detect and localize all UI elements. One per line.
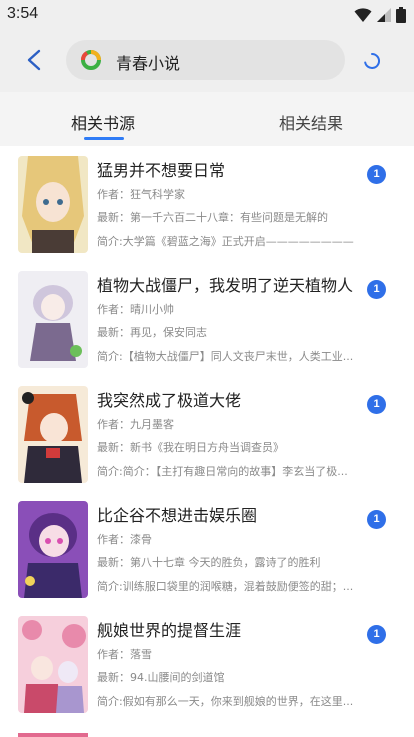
book-cover: [18, 616, 88, 713]
signal-icon: [377, 8, 391, 22]
search-query: 青春小说: [116, 54, 181, 73]
source-count-badge: 1: [367, 625, 386, 644]
book-intro: 简介:【植物大战僵尸】同人文丧尸末世，人类工业...: [97, 350, 354, 363]
tab-related-sources[interactable]: 相关书源: [71, 110, 135, 134]
book-latest-chapter: 最新：第一千六百二十八章：有些问题是无解的: [97, 211, 328, 224]
book-cover: [18, 386, 88, 483]
list-item[interactable]: 我突然成了极道大佬 作者：九月墨客 最新：新书《我在明日方舟当调查员》 简介:简…: [0, 376, 414, 491]
list-item[interactable]: 植物大战僵尸，我发明了逆天植物人 作者：晴川小帅 最新：再见，保安同志 简介:【…: [0, 261, 414, 376]
loading-spinner-icon: [364, 52, 381, 69]
source-count-badge: 1: [367, 165, 386, 184]
book-cover: [18, 501, 88, 598]
book-latest-chapter: 最新：再见，保安同志: [97, 326, 207, 339]
search-input[interactable]: 青春小说: [66, 40, 345, 80]
book-author: 作者：晴川小帅: [97, 303, 174, 316]
book-title: 我突然成了极道大佬: [97, 391, 242, 410]
source-count-badge: 1: [367, 280, 386, 299]
book-intro: 简介:大学篇《碧蓝之海》正式开启————————: [97, 235, 354, 248]
list-item[interactable]: 猛男并不想要日常 作者：狂气科学家 最新：第一千六百二十八章：有些问题是无解的 …: [0, 146, 414, 261]
book-author: 作者：落雪: [97, 648, 152, 661]
next-book-cover-peek: [18, 733, 88, 737]
book-author: 作者：狂气科学家: [97, 188, 185, 201]
list-item[interactable]: 比企谷不想进击娱乐圈 作者：漆骨 最新：第八十七章 今天的胜负，露诗了的胜利 简…: [0, 491, 414, 606]
list-item[interactable]: 舰娘世界的提督生涯 作者：落雪 最新：94.山腰间的剑道馆 简介:假如有那么一天…: [0, 606, 414, 721]
book-intro: 简介:假如有那么一天，你来到舰娘的世界，在这里...: [97, 695, 354, 708]
book-title: 猛男并不想要日常: [97, 161, 226, 180]
tab-bar: 相关书源 相关结果: [0, 92, 414, 146]
chevron-left-icon: [27, 49, 41, 71]
book-cover: [18, 271, 88, 368]
book-cover: [18, 156, 88, 253]
book-intro: 简介:简介：【主打有趣日常向的故事】李玄当了极...: [97, 465, 348, 478]
book-intro: 简介:训练服口袋里的润喉糖，混着鼓励便签的甜；...: [97, 580, 354, 593]
source-count-badge: 1: [367, 395, 386, 414]
status-time: 3:54: [7, 5, 39, 22]
tab-related-results[interactable]: 相关结果: [279, 110, 343, 134]
book-list: 猛男并不想要日常 作者：狂气科学家 最新：第一千六百二十八章：有些问题是无解的 …: [0, 146, 414, 721]
app-logo-icon: [80, 50, 101, 70]
battery-icon: [396, 7, 406, 23]
wifi-icon: [354, 8, 372, 22]
search-toolbar: 青春小说: [0, 30, 414, 92]
book-title: 舰娘世界的提督生涯: [97, 621, 242, 640]
book-latest-chapter: 最新：第八十七章 今天的胜负，露诗了的胜利: [97, 556, 321, 569]
book-latest-chapter: 最新：新书《我在明日方舟当调查员》: [97, 441, 284, 454]
book-title: 植物大战僵尸，我发明了逆天植物人: [97, 276, 354, 295]
book-title: 比企谷不想进击娱乐圈: [97, 506, 258, 525]
book-author: 作者：漆骨: [97, 533, 152, 546]
back-button[interactable]: [18, 44, 50, 76]
book-author: 作者：九月墨客: [97, 418, 174, 431]
status-icons: [354, 7, 406, 23]
tab-indicator: [84, 137, 124, 140]
book-latest-chapter: 最新：94.山腰间的剑道馆: [97, 671, 225, 684]
source-count-badge: 1: [367, 510, 386, 529]
status-bar: 3:54: [0, 0, 414, 30]
